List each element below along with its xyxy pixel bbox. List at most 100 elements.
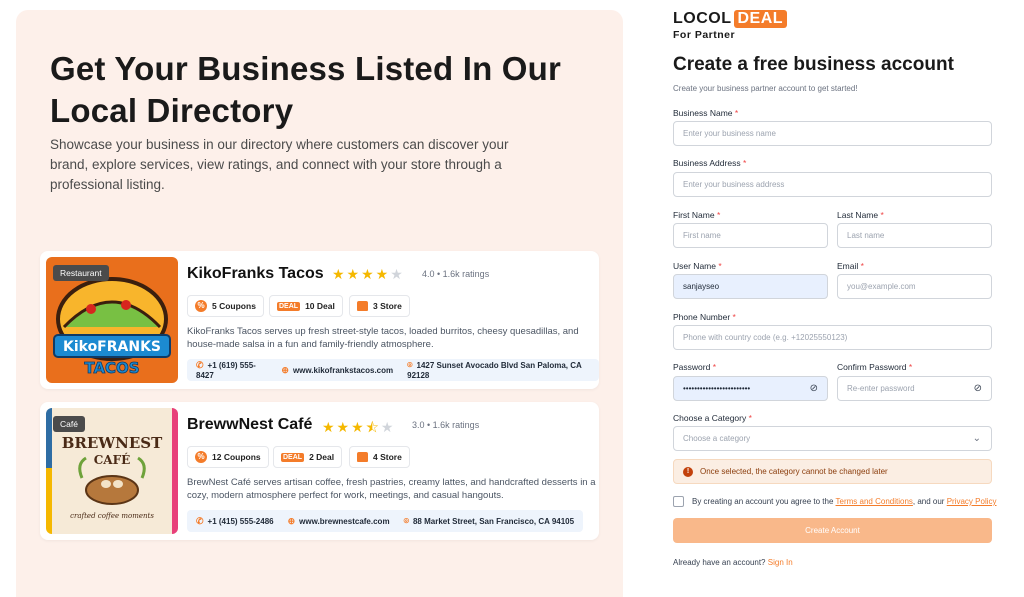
- phone-icon: ✆: [196, 360, 204, 370]
- agree-mid: , and our: [912, 497, 945, 506]
- brand-deal: DEAL: [733, 10, 788, 28]
- website-text: www.brewnestcafe.com: [299, 516, 390, 526]
- terms-agreement: By creating an account you agree to the …: [673, 496, 997, 507]
- location-pin-icon: ⌾: [403, 515, 409, 526]
- brand-wordmark: LOCOL DEAL: [673, 10, 788, 28]
- category-tag: Café: [53, 416, 85, 432]
- taco-logo-text: KikoFRANKS: [63, 339, 161, 355]
- password-label: Password *: [673, 362, 716, 372]
- deals-label: 10 Deal: [305, 301, 335, 311]
- rating-text: 4.0 • 1.6k ratings: [422, 269, 490, 279]
- brand-local: LOCOL: [673, 10, 732, 27]
- agree-prefix: By creating an account you agree to the: [692, 497, 834, 506]
- deal-icon: DEAL: [281, 452, 305, 462]
- coupons-chip[interactable]: % 5 Coupons: [187, 295, 264, 317]
- create-account-button[interactable]: Create Account: [673, 518, 992, 543]
- coupons-label: 5 Coupons: [212, 301, 256, 311]
- label-text: Business Name: [673, 108, 733, 118]
- phone-link[interactable]: ✆ +1 (415) 555-2486: [196, 516, 274, 527]
- rating-stars: ★★★⯪★: [322, 419, 396, 435]
- terms-checkbox[interactable]: [673, 496, 684, 507]
- website-link[interactable]: ⊕ www.brewnestcafe.com: [288, 516, 390, 527]
- required-mark: *: [860, 261, 864, 271]
- signin-prompt: Already have an account? Sign In: [673, 558, 793, 567]
- label-text: User Name: [673, 261, 716, 271]
- hero-subtitle: Showcase your business in our directory …: [50, 137, 509, 192]
- store-icon: [357, 301, 368, 311]
- privacy-link[interactable]: Privacy Policy: [947, 497, 997, 506]
- business-name-input[interactable]: Enter your business name: [673, 121, 992, 146]
- promo-panel: Get Your Business Listed In Our Local Di…: [16, 10, 623, 597]
- email-input[interactable]: you@example.com: [837, 274, 992, 299]
- label-text: First Name: [673, 210, 715, 220]
- coupon-icon: %: [195, 300, 207, 312]
- category-notice: ! Once selected, the category cannot be …: [673, 459, 992, 484]
- required-mark: *: [880, 210, 884, 220]
- address-link[interactable]: ⌾ 1427 Sunset Avocado Blvd San Paloma, CA…: [407, 360, 590, 380]
- page: Get Your Business Listed In Our Local Di…: [0, 0, 1024, 597]
- required-mark: *: [742, 158, 747, 168]
- form-subtitle: Create your business partner account to …: [673, 84, 858, 93]
- listing-image: BREWNEST CAFÉ crafted coffee moments Caf…: [46, 408, 178, 534]
- user-name-label: User Name *: [673, 261, 722, 271]
- contact-bar: ✆ +1 (415) 555-2486 ⊕ www.brewnestcafe.com…: [187, 510, 584, 532]
- website-link[interactable]: ⊕ www.kikofrankstacos.com: [281, 365, 393, 376]
- required-mark: *: [716, 210, 721, 220]
- stores-chip[interactable]: 3 Store: [349, 295, 410, 317]
- email-label: Email *: [837, 261, 864, 271]
- listing-description: KikoFranks Tacos serves up fresh street-…: [187, 326, 579, 350]
- rating-stars: ★★★★★: [332, 266, 405, 282]
- eye-off-icon[interactable]: ⊘: [974, 383, 982, 394]
- listing-card[interactable]: KikoFRANKS TACOS Restaurant KikoFranks T…: [40, 251, 599, 389]
- brand-logo[interactable]: LOCOL DEAL For Partner: [673, 10, 788, 41]
- store-icon: [357, 452, 368, 462]
- phone-text: +1 (619) 555-8427: [196, 361, 256, 380]
- listing-name[interactable]: BrewwNest Café: [187, 416, 312, 434]
- globe-icon: ⊕: [287, 515, 296, 526]
- password-input[interactable]: •••••••••••••••••••••••• ⊘: [673, 376, 828, 401]
- label-text: Confirm Password: [837, 362, 907, 372]
- category-select[interactable]: Choose a category ⌄: [673, 426, 992, 451]
- phone-link[interactable]: ✆ +1 (619) 555-8427: [196, 360, 267, 380]
- confirm-password-label: Confirm Password *: [837, 362, 912, 372]
- category-tag: Restaurant: [53, 265, 109, 281]
- business-name-label: Business Name *: [673, 108, 738, 118]
- phone-icon: ✆: [196, 515, 204, 526]
- label-text: Business Address: [673, 158, 741, 168]
- signin-link[interactable]: Sign In: [768, 558, 793, 567]
- phone-input[interactable]: Phone with country code (e.g. +120255501…: [673, 325, 992, 350]
- address-link[interactable]: ⌾ 88 Market Street, San Francisco, CA 941…: [404, 516, 575, 527]
- taco-logo-text-2: TACOS: [84, 359, 139, 377]
- deals-chip[interactable]: DEAL 2 Deal: [273, 446, 343, 468]
- label-text: Password: [673, 362, 711, 372]
- label-text: Last Name: [837, 210, 879, 220]
- coupon-icon: %: [195, 451, 207, 463]
- terms-link[interactable]: Terms and Conditions: [836, 497, 913, 506]
- listing-name[interactable]: KikoFranks Tacos: [187, 265, 324, 283]
- business-address-label: Business Address *: [673, 158, 746, 168]
- website-text: www.kikofrankstacos.com: [292, 365, 394, 375]
- first-name-input[interactable]: First name: [673, 223, 828, 248]
- listing-image: KikoFRANKS TACOS Restaurant: [46, 257, 178, 383]
- cafe-logo-text: BREWNEST: [62, 434, 163, 452]
- last-name-label: Last Name *: [837, 210, 884, 220]
- coupons-chip[interactable]: % 12 Coupons: [187, 446, 269, 468]
- contact-bar: ✆ +1 (619) 555-8427 ⊕ www.kikofrankstacos.…: [187, 359, 599, 381]
- required-mark: *: [908, 362, 913, 372]
- eye-off-icon[interactable]: ⊘: [810, 383, 818, 394]
- terms-text: By creating an account you agree to the …: [692, 497, 997, 506]
- stores-chip[interactable]: 4 Store: [349, 446, 410, 468]
- confirm-password-input[interactable]: Re-enter password ⊘: [837, 376, 992, 401]
- required-mark: *: [712, 362, 717, 372]
- deals-chip[interactable]: DEAL 10 Deal: [269, 295, 343, 317]
- deal-icon: DEAL: [277, 301, 301, 311]
- required-mark: *: [748, 413, 752, 423]
- listing-card[interactable]: BREWNEST CAFÉ crafted coffee moments Caf…: [40, 402, 599, 540]
- cafe-logo-text-2: CAFÉ: [94, 452, 131, 467]
- user-name-input[interactable]: sanjayseo: [673, 274, 828, 299]
- notice-text: Once selected, the category cannot be ch…: [700, 467, 888, 476]
- brand-subtitle: For Partner: [673, 29, 736, 41]
- last-name-input[interactable]: Last name: [837, 223, 992, 248]
- location-pin-icon: ⌾: [407, 360, 413, 370]
- business-address-input[interactable]: Enter your business address: [673, 172, 992, 197]
